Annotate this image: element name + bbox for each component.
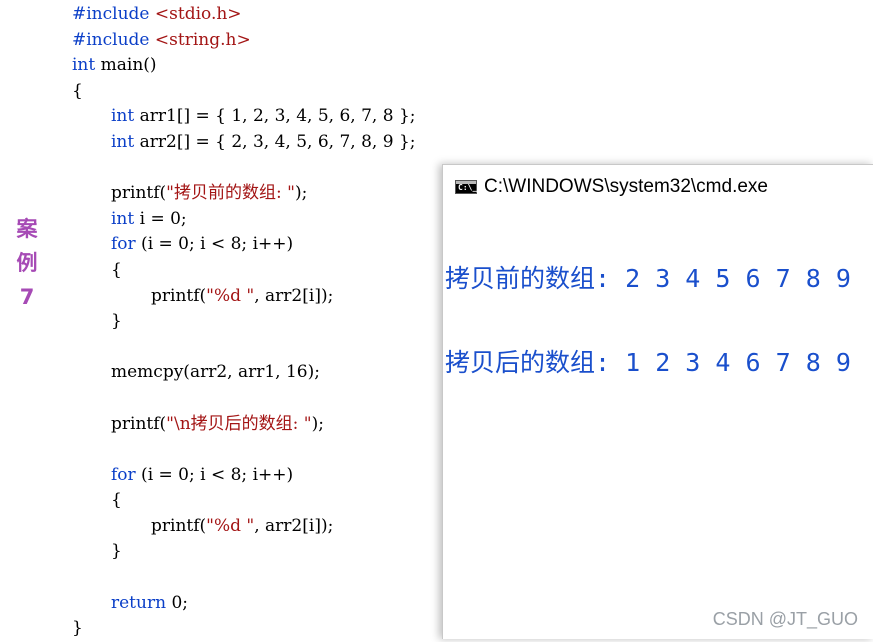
code-line-15: memcpy(arr2, arr1, 16); xyxy=(111,362,320,383)
code-line-1: #include <stdio.h> xyxy=(72,2,416,28)
code-line-24: return 0; xyxy=(72,591,416,617)
code-line-12: printf("%d ", arr2[i]); xyxy=(72,284,416,310)
case-label: 案 例 7 xyxy=(10,212,44,314)
console-title: C:\WINDOWS\system32\cmd.exe xyxy=(484,175,768,197)
code-token: arr2[] = { 2, 3, 4, 5, 6, 7, 8, 9 }; xyxy=(134,131,416,152)
code-line-22: } xyxy=(111,541,122,562)
console-titlebar[interactable]: C:\_ C:\WINDOWS\system32\cmd.exe xyxy=(443,165,873,208)
code-token: #include xyxy=(72,4,150,24)
code-token: <string.h> xyxy=(154,29,251,50)
code-line-25: } xyxy=(72,618,83,639)
code-token: arr1[] = { 1, 2, 3, 4, 5, 6, 7, 8 }; xyxy=(134,106,416,127)
code-line-5: int arr1[] = { 1, 2, 3, 4, 5, 6, 7, 8 }; xyxy=(72,104,416,130)
code-token: "\n拷贝后的数组: " xyxy=(166,413,312,434)
code-token: printf( xyxy=(111,413,167,434)
code-line-19: for (i = 0; i < 8; i++) xyxy=(72,463,416,489)
code-line-20: { xyxy=(111,490,122,511)
code-token: for xyxy=(111,464,136,485)
case-label-char-3: 7 xyxy=(19,285,35,309)
code-token: int xyxy=(111,131,135,152)
code-line-3: int main() xyxy=(72,53,416,79)
code-line-17: printf("\n拷贝后的数组: "); xyxy=(72,412,416,438)
console-output-line-2: 拷贝后的数组: 1 2 3 4 6 7 8 9 xyxy=(445,348,851,377)
code-token: int xyxy=(72,55,96,76)
cmd-window-icon: C:\_ xyxy=(455,179,477,194)
code-token: int xyxy=(111,106,135,127)
code-token: printf( xyxy=(111,183,167,204)
code-token: , arr2[i]); xyxy=(254,515,334,536)
code-token: i = 0; xyxy=(134,208,187,229)
code-token: for xyxy=(111,234,136,255)
code-line-2: #include <string.h> xyxy=(72,28,416,54)
code-token: ); xyxy=(311,413,324,434)
code-token: ); xyxy=(294,183,308,204)
code-line-4: { xyxy=(72,80,83,101)
code-token: (i = 0; i < 8; i++) xyxy=(135,234,294,255)
code-token: printf( xyxy=(151,515,207,536)
code-line-10: for (i = 0; i < 8; i++) xyxy=(72,232,416,258)
code-editor[interactable]: #include <stdio.h> #include <string.h> i… xyxy=(72,2,416,642)
console-output[interactable]: 拷贝前的数组: 2 3 4 5 6 7 8 9 拷贝后的数组: 1 2 3 4 … xyxy=(445,209,873,433)
code-token: "%d " xyxy=(206,515,255,536)
code-token: main() xyxy=(95,55,157,76)
code-token: (i = 0; i < 8; i++) xyxy=(135,464,294,485)
code-token: "拷贝前的数组: " xyxy=(166,183,295,204)
code-line-6: int arr2[] = { 2, 3, 4, 5, 6, 7, 8, 9 }; xyxy=(72,130,416,156)
code-token: printf( xyxy=(151,285,207,306)
code-line-11: { xyxy=(111,259,122,280)
console-window[interactable]: C:\_ C:\WINDOWS\system32\cmd.exe 拷贝前的数组:… xyxy=(442,164,873,639)
console-output-line-1: 拷贝前的数组: 2 3 4 5 6 7 8 9 xyxy=(445,264,851,293)
case-label-char-1: 案 xyxy=(16,217,38,241)
code-line-8: printf("拷贝前的数组: "); xyxy=(72,181,416,207)
code-line-21: printf("%d ", arr2[i]); xyxy=(72,514,416,540)
code-token: <stdio.h> xyxy=(154,4,242,24)
code-token: , arr2[i]); xyxy=(254,285,334,306)
code-token: 0; xyxy=(166,592,188,613)
code-token: "%d " xyxy=(206,285,255,306)
code-line-9: int i = 0; xyxy=(72,207,416,233)
code-line-13: } xyxy=(111,311,122,332)
code-token: return xyxy=(111,592,167,613)
code-token: int xyxy=(111,208,135,229)
code-token: #include xyxy=(72,29,150,50)
case-label-char-2: 例 xyxy=(16,251,38,275)
watermark: CSDN @JT_GUO xyxy=(712,609,858,629)
